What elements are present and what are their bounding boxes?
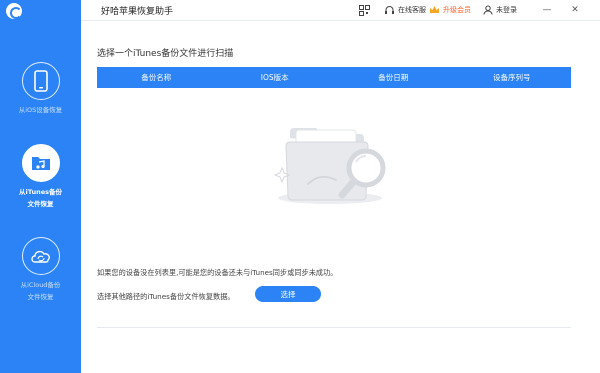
other-path-hint: 选择其他路径的iTunes备份文件恢复数据。 [97, 292, 235, 301]
login-label: 未登录 [496, 6, 517, 14]
sidebar-item-itunes-backup[interactable]: 从iTunes备份 文件恢复 [0, 144, 81, 210]
music-folder-icon [21, 144, 60, 182]
qr-code-icon [359, 4, 370, 16]
crown-icon [430, 6, 439, 13]
close-button[interactable]: ✕ [568, 3, 582, 17]
sidebar-item-label-line1: 从iCloud备份 [20, 281, 61, 289]
sidebar-item-label-line1: 从iTunes备份 [19, 188, 62, 196]
upgrade-vip-button[interactable]: 升级会员 [429, 3, 471, 17]
column-header-backup-date[interactable]: 备份日期 [334, 72, 453, 83]
headset-icon [385, 5, 394, 14]
select-button[interactable]: 选择 [255, 286, 321, 302]
login-button[interactable]: 未登录 [483, 3, 517, 17]
user-icon [483, 5, 493, 15]
title-bar: 好哈苹果恢复助手 在线客服 升级会员 未登录 — ✕ [81, 0, 600, 21]
column-header-backup-name[interactable]: 备份名称 [97, 72, 216, 83]
divider [97, 327, 571, 328]
minimize-icon: — [542, 5, 552, 15]
app-title: 好哈苹果恢复助手 [101, 7, 174, 17]
sidebar-item-icloud-backup[interactable]: 从iCloud备份 文件恢复 [0, 237, 81, 303]
page-title: 选择一个iTunes备份文件进行扫描 [97, 49, 234, 59]
not-found-hint: 如果您的设备没在列表里,可能是您的设备还未与iTunes同步或同步未成功。 [97, 268, 338, 277]
app-logo-icon [6, 3, 22, 19]
column-header-ios-version[interactable]: IOS版本 [216, 72, 335, 83]
minimize-button[interactable]: — [540, 3, 554, 17]
column-header-device-serial[interactable]: 设备序列号 [453, 72, 572, 83]
empty-folder-search-icon [274, 128, 386, 204]
online-service-button[interactable]: 在线客服 [384, 3, 426, 17]
qr-code-button[interactable] [359, 3, 370, 17]
cloud-sync-icon [21, 237, 60, 275]
upgrade-vip-label: 升级会员 [443, 6, 471, 14]
sidebar-item-label: 从iOS设备恢复 [18, 106, 63, 114]
sidebar-item-label-line2: 文件恢复 [27, 200, 54, 208]
sidebar-item-ios-device[interactable]: 从iOS设备恢复 [0, 62, 81, 116]
phone-icon [21, 62, 60, 100]
sidebar-item-label-line2: 文件恢复 [27, 293, 54, 301]
backup-table-header: 备份名称 IOS版本 备份日期 设备序列号 [97, 67, 571, 88]
close-icon: ✕ [571, 5, 579, 15]
sidebar-item-label: 从iTunes备份 文件恢复 [0, 186, 81, 210]
online-service-label: 在线客服 [398, 6, 426, 14]
sidebar: 从iOS设备恢复 从iTunes备份 文件恢复 从iCloud备份 文件恢复 [0, 0, 81, 373]
sidebar-item-label: 从iCloud备份 文件恢复 [0, 279, 81, 303]
